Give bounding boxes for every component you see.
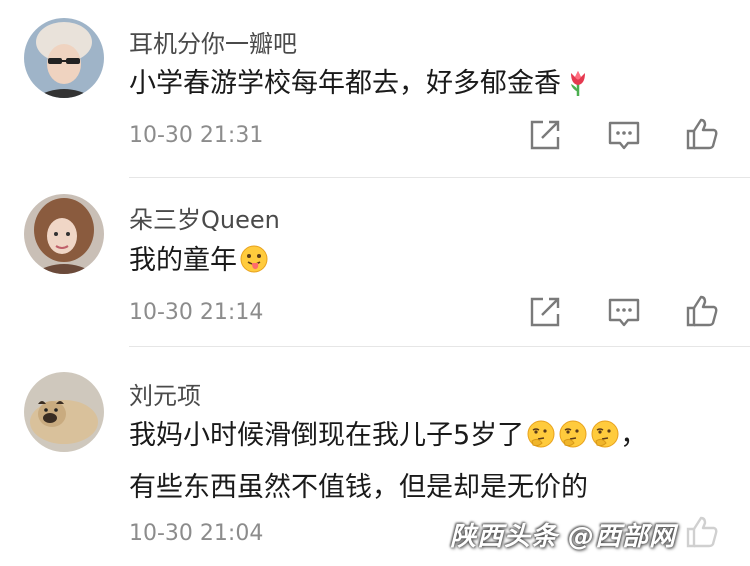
comment-text-line: 我的童年 <box>129 245 237 276</box>
comment-item: 朵三岁Queen 我的童年 10-30 21:14 <box>0 180 750 350</box>
comment-timestamp: 10-30 21:04 <box>129 521 264 546</box>
comment-text-line: 我妈小时候滑倒现在我儿子5岁了 <box>129 420 525 451</box>
thinking-face-emoji <box>527 420 555 448</box>
thinking-face-emoji <box>559 420 587 448</box>
username[interactable]: 朵三岁Queen <box>129 200 280 235</box>
forward-icon[interactable] <box>528 118 562 152</box>
avatar[interactable] <box>24 372 104 452</box>
comment-timestamp: 10-30 21:31 <box>129 123 264 148</box>
username[interactable]: 耳机分你一瓣吧 <box>129 24 297 59</box>
tongue-out-emoji <box>240 245 268 273</box>
comment-icon[interactable] <box>607 118 641 152</box>
username[interactable]: 刘元项 <box>129 376 201 411</box>
comment-text: 小学春游学校每年都去，好多郁金香 <box>129 58 593 110</box>
comment-text: 我妈小时候滑倒现在我儿子5岁了 ， 有些东西虽然不值钱，但是却是无价的 <box>129 410 647 514</box>
comment-icon[interactable] <box>607 295 641 329</box>
like-icon[interactable] <box>685 117 719 151</box>
comment-timestamp: 10-30 21:14 <box>129 300 264 325</box>
comment-text: 我的童年 <box>129 235 269 287</box>
comment-text-punctuation: ， <box>620 420 648 451</box>
comment-text-line: 有些东西虽然不值钱，但是却是无价的 <box>129 472 588 503</box>
divider <box>129 346 750 347</box>
avatar[interactable] <box>24 194 104 274</box>
like-icon[interactable] <box>685 294 719 328</box>
divider <box>129 177 750 178</box>
like-icon[interactable] <box>685 515 719 549</box>
watermark: 陕西头条 @西部网 <box>450 522 677 552</box>
forward-icon[interactable] <box>528 295 562 329</box>
thinking-face-emoji <box>591 420 619 448</box>
avatar[interactable] <box>24 18 104 98</box>
comment-item: 耳机分你一瓣吧 小学春游学校每年都去，好多郁金香 10-30 21:31 <box>0 0 750 180</box>
comment-text-line: 小学春游学校每年都去，好多郁金香 <box>129 68 561 99</box>
tulip-emoji <box>571 71 585 96</box>
